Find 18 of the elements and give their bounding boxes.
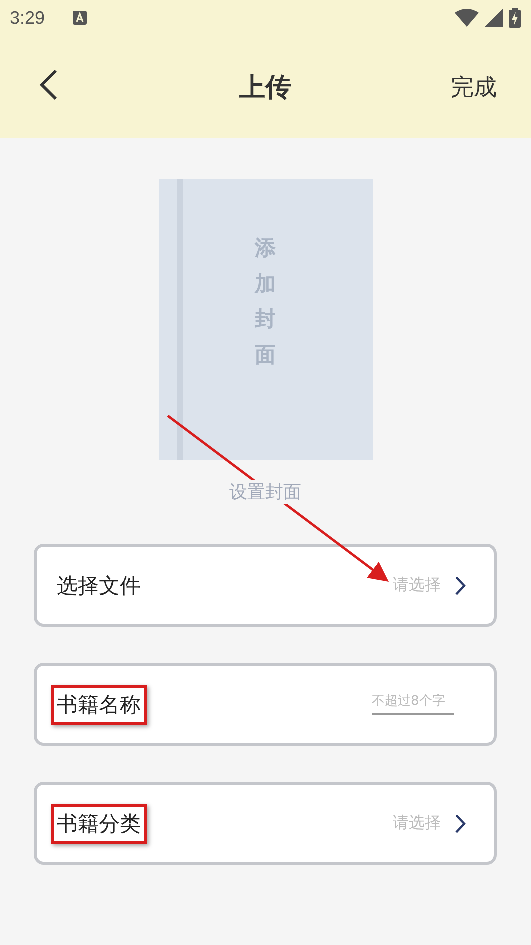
- wifi-icon: [455, 9, 479, 27]
- battery-icon: [509, 8, 521, 28]
- row-label: 选择文件: [56, 572, 142, 600]
- form-row[interactable]: 书籍分类 请选择: [34, 782, 497, 865]
- row-label: 书籍分类: [51, 804, 147, 844]
- form-row[interactable]: 书籍名称 不超过8个字: [34, 663, 497, 746]
- done-button[interactable]: 完成: [451, 72, 497, 102]
- keyboard-icon: [73, 11, 88, 25]
- chevron-right-icon: [455, 576, 466, 596]
- row-label: 书籍名称: [51, 684, 147, 724]
- clock: 3:29: [10, 8, 46, 28]
- book-name-field[interactable]: 不超过8个字: [372, 694, 454, 715]
- form-row[interactable]: 选择文件 请选择: [34, 544, 497, 627]
- select-value: 请选择: [393, 813, 441, 834]
- page-title: 上传: [240, 72, 292, 102]
- signal-icon: [485, 9, 503, 27]
- select-value: 请选择: [393, 575, 441, 596]
- chevron-right-icon: [455, 814, 466, 834]
